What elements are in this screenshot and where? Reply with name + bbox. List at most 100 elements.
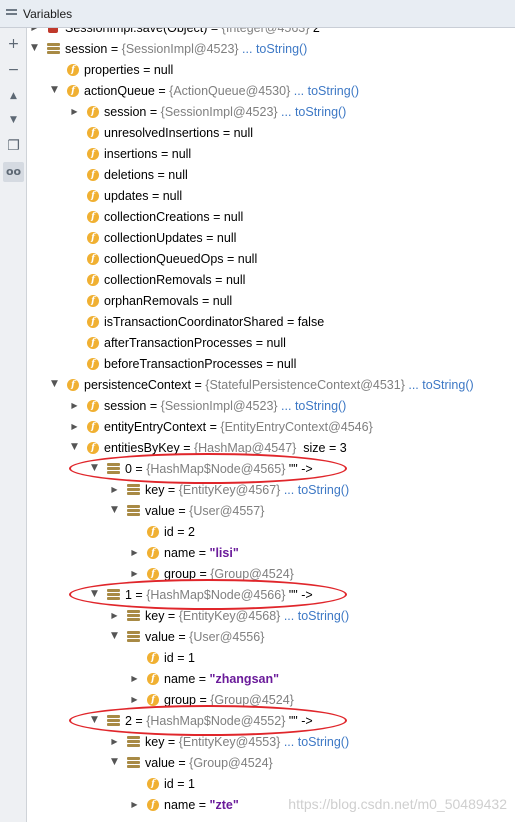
copy-icon[interactable]: ❐ bbox=[3, 136, 24, 156]
expand-arrow-icon[interactable]: ▶ bbox=[130, 674, 139, 683]
tree-row[interactable]: ▶ f session = {SessionImpl@4523} ... toStr… bbox=[27, 101, 515, 122]
tree-row[interactable]: ▶ f group = {Group@4524} bbox=[27, 563, 515, 584]
tree-row[interactable]: f id = 1 bbox=[27, 647, 515, 668]
tree-row[interactable]: ▶ f group = {Group@4524} bbox=[27, 689, 515, 710]
expand-arrow-icon[interactable]: ▶ bbox=[70, 422, 79, 431]
collapse-arrow-icon[interactable]: ▼ bbox=[110, 632, 119, 641]
tree-row[interactable]: f insertions = null bbox=[27, 143, 515, 164]
tree-row[interactable]: f id = 1 bbox=[27, 773, 515, 794]
tree-row[interactable]: f id = 2 bbox=[27, 521, 515, 542]
expand-arrow-icon[interactable]: ▶ bbox=[130, 800, 139, 809]
tree-row[interactable]: ▶ f session = {SessionImpl@4523} ... toStr… bbox=[27, 395, 515, 416]
variable-name: group bbox=[164, 692, 196, 707]
tree-row[interactable]: f properties = null bbox=[27, 59, 515, 80]
tree-row[interactable]: ▼ 0 = {HashMap$Node@4565} "" -> bbox=[27, 458, 515, 479]
variable-name: isTransactionCoordinatorShared bbox=[104, 314, 284, 329]
expand-arrow-icon[interactable]: ▶ bbox=[110, 737, 119, 746]
to-string-link[interactable]: ... toString() bbox=[280, 609, 349, 623]
expand-arrow-icon[interactable]: ▶ bbox=[70, 107, 79, 116]
tree-row[interactable]: f unresolvedInsertions = null bbox=[27, 122, 515, 143]
expand-arrow-icon[interactable]: ▶ bbox=[110, 611, 119, 620]
variable-value: null bbox=[266, 335, 286, 350]
tree-row[interactable]: ▼ session = {SessionImpl@4523} ... toStri… bbox=[27, 38, 515, 59]
collapse-arrow-icon[interactable]: ▼ bbox=[50, 380, 59, 389]
equals-sign: = bbox=[209, 209, 224, 224]
variable-name: value bbox=[145, 503, 175, 518]
field-icon: f bbox=[147, 672, 159, 685]
tree-row[interactable]: ▼ 2 = {HashMap$Node@4552} "" -> bbox=[27, 710, 515, 731]
to-string-link[interactable]: ... toString() bbox=[405, 378, 473, 392]
variable-name: session bbox=[104, 398, 147, 413]
tree-row[interactable]: ▶ key = {EntityKey@4567} ... toString() bbox=[27, 479, 515, 500]
arrow-placeholder bbox=[130, 527, 139, 536]
tree-row[interactable]: f collectionRemovals = null bbox=[27, 269, 515, 290]
watermark: https://blog.csdn.net/m0_50489432 bbox=[288, 796, 507, 812]
field-icon: f bbox=[147, 693, 159, 706]
tree-row[interactable]: ▼ value = {User@4556} bbox=[27, 626, 515, 647]
tree-row[interactable]: ▶ f name = "zhangsan" bbox=[27, 668, 515, 689]
collapse-arrow-icon[interactable]: ▼ bbox=[110, 506, 119, 515]
to-string-link[interactable]: ... toString() bbox=[278, 399, 346, 413]
arrow-placeholder bbox=[130, 653, 139, 662]
tree-row[interactable]: f collectionUpdates = null bbox=[27, 227, 515, 248]
tree-row[interactable]: ▶ key = {EntityKey@4553} ... toString() bbox=[27, 731, 515, 752]
tree-row[interactable]: ▶ key = {EntityKey@4568} ... toString() bbox=[27, 605, 515, 626]
field-icon: f bbox=[87, 147, 99, 160]
collapse-arrow-icon[interactable]: ▼ bbox=[90, 464, 99, 473]
field-icon: f bbox=[87, 126, 99, 139]
tree-row[interactable]: f afterTransactionProcesses = null bbox=[27, 332, 515, 353]
object-entry-icon bbox=[127, 505, 140, 516]
expand-arrow-icon[interactable]: ▶ bbox=[30, 28, 39, 32]
collapse-arrow-icon[interactable]: ▼ bbox=[50, 86, 59, 95]
collapse-arrow-icon[interactable]: ▼ bbox=[70, 443, 79, 452]
to-string-link[interactable]: ... toString() bbox=[280, 483, 349, 497]
to-string-link[interactable]: ... toString() bbox=[239, 42, 307, 56]
tree-row[interactable]: f beforeTransactionProcesses = null bbox=[27, 353, 515, 374]
collapse-arrow-icon[interactable]: ▼ bbox=[90, 716, 99, 725]
expand-arrow-icon[interactable]: ▶ bbox=[70, 401, 79, 410]
tree-row[interactable]: ▶ SessionImpl.save(Object) = {Integer@456… bbox=[27, 28, 515, 38]
tree-row[interactable]: ▼ 1 = {HashMap$Node@4566} "" -> bbox=[27, 584, 515, 605]
collapse-arrow-icon[interactable]: ▼ bbox=[110, 758, 119, 767]
collapse-arrow-icon[interactable]: ▼ bbox=[90, 590, 99, 599]
expand-arrow-icon[interactable]: ▶ bbox=[130, 548, 139, 557]
move-down-icon[interactable]: ▼ bbox=[3, 110, 24, 130]
tree-row[interactable]: f updates = null bbox=[27, 185, 515, 206]
move-up-icon[interactable]: ▲ bbox=[3, 86, 24, 106]
to-string-link[interactable]: ... toString() bbox=[280, 735, 349, 749]
tree-row[interactable]: f isTransactionCoordinatorShared = false bbox=[27, 311, 515, 332]
minus-icon[interactable]: − bbox=[3, 60, 24, 80]
field-icon: f bbox=[87, 315, 99, 328]
expand-arrow-icon[interactable]: ▶ bbox=[130, 569, 139, 578]
tree-row[interactable]: ▼ value = {User@4557} bbox=[27, 500, 515, 521]
expand-arrow-icon[interactable]: ▶ bbox=[110, 485, 119, 494]
variable-value: null bbox=[168, 167, 188, 182]
tree-row[interactable]: f deletions = null bbox=[27, 164, 515, 185]
variable-value: 2 bbox=[187, 524, 195, 539]
string-value: "zte" bbox=[209, 797, 239, 812]
tree-row[interactable]: ▼ f entitiesByKey = {HashMap@4547} size = … bbox=[27, 437, 515, 458]
to-string-link[interactable]: ... toString() bbox=[290, 84, 359, 98]
tree-row[interactable]: ▶ f name = "lisi" bbox=[27, 542, 515, 563]
tree-row[interactable]: f orphanRemovals = null bbox=[27, 290, 515, 311]
object-reference: {User@4556} bbox=[189, 629, 265, 644]
expand-arrow-icon[interactable]: ▶ bbox=[130, 695, 139, 704]
tree-row[interactable]: ▼ f actionQueue = {ActionQueue@4530} ... t… bbox=[27, 80, 515, 101]
object-reference: {StatefulPersistenceContext@4531} bbox=[205, 377, 405, 392]
add-icon[interactable]: + bbox=[3, 34, 24, 54]
arrow-placeholder bbox=[70, 275, 79, 284]
to-string-link[interactable]: ... toString() bbox=[278, 105, 346, 119]
tree-row[interactable]: ▶ f entityEntryContext = {EntityEntryConte… bbox=[27, 416, 515, 437]
tree-row[interactable]: f collectionCreations = null bbox=[27, 206, 515, 227]
tree-row[interactable]: ▼ value = {Group@4524} bbox=[27, 752, 515, 773]
variable-value: null bbox=[225, 272, 246, 287]
field-icon: f bbox=[87, 294, 99, 307]
variable-value: "" -> bbox=[285, 713, 313, 728]
watches-glasses-icon[interactable]: oo bbox=[3, 162, 24, 182]
tree-row[interactable]: f collectionQueuedOps = null bbox=[27, 248, 515, 269]
tree-row[interactable]: ▼ f persistenceContext = {StatefulPersiste… bbox=[27, 374, 515, 395]
equals-sign: = bbox=[206, 419, 221, 434]
equals-sign: = bbox=[164, 608, 179, 623]
collapse-arrow-icon[interactable]: ▼ bbox=[30, 44, 39, 53]
variable-name: SessionImpl.save(Object) bbox=[65, 28, 207, 35]
